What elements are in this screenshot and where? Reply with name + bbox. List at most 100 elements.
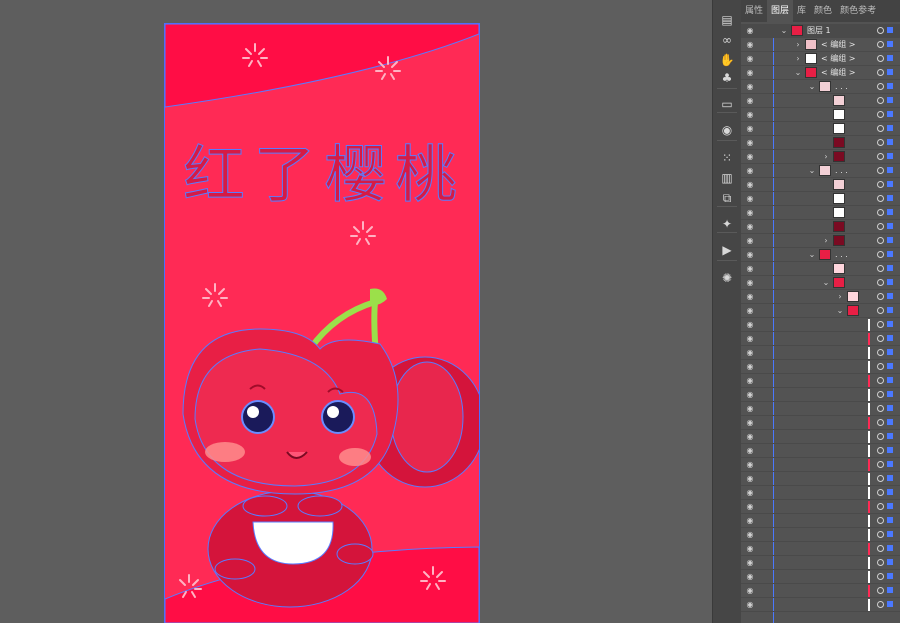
selection-indicator[interactable] [887,405,893,411]
visibility-eye-icon[interactable]: ◉ [745,376,755,385]
play-icon[interactable]: ▶ [717,242,737,258]
chevron-right-icon[interactable]: › [793,52,803,66]
layer-row[interactable]: ◉ [741,598,900,612]
target-circle-icon[interactable] [877,181,884,188]
layer-row[interactable]: ◉ [741,514,900,528]
visibility-eye-icon[interactable]: ◉ [745,572,755,581]
target-circle-icon[interactable] [877,489,884,496]
target-circle-icon[interactable] [877,97,884,104]
target-circle-icon[interactable] [877,279,884,286]
target-circle-icon[interactable] [877,41,884,48]
selection-indicator[interactable] [887,237,893,243]
layer-row[interactable]: ◉ › [741,234,900,248]
visibility-eye-icon[interactable]: ◉ [745,502,755,511]
target-circle-icon[interactable] [877,601,884,608]
layer-row[interactable]: ◉ [741,122,900,136]
tab-2[interactable]: 库 [793,0,810,22]
target-circle-icon[interactable] [877,475,884,482]
gradient-icon[interactable]: ▭ [717,96,737,112]
selection-indicator[interactable] [887,587,893,593]
target-circle-icon[interactable] [877,293,884,300]
layer-row[interactable]: ◉ [741,108,900,122]
visibility-eye-icon[interactable]: ◉ [745,166,755,175]
target-circle-icon[interactable] [877,111,884,118]
target-circle-icon[interactable] [877,307,884,314]
target-circle-icon[interactable] [877,237,884,244]
chevron-right-icon[interactable]: › [835,290,845,304]
visibility-eye-icon[interactable]: ◉ [745,460,755,469]
visibility-eye-icon[interactable]: ◉ [745,348,755,357]
target-circle-icon[interactable] [877,251,884,258]
visibility-eye-icon[interactable]: ◉ [745,362,755,371]
selection-indicator[interactable] [887,321,893,327]
layer-row[interactable]: ◉ [741,94,900,108]
visibility-eye-icon[interactable]: ◉ [745,404,755,413]
target-circle-icon[interactable] [877,69,884,76]
selection-indicator[interactable] [887,125,893,131]
selection-indicator[interactable] [887,349,893,355]
layer-row[interactable]: ◉ [741,206,900,220]
layer-row[interactable]: ◉ [741,458,900,472]
visibility-eye-icon[interactable]: ◉ [745,40,755,49]
selection-indicator[interactable] [887,153,893,159]
magic-wand-icon[interactable]: ✦ [717,216,737,232]
selection-indicator[interactable] [887,307,893,313]
target-circle-icon[interactable] [877,209,884,216]
layer-row[interactable]: ◉ [741,444,900,458]
visibility-eye-icon[interactable]: ◉ [745,390,755,399]
visibility-eye-icon[interactable]: ◉ [745,432,755,441]
target-circle-icon[interactable] [877,419,884,426]
selection-indicator[interactable] [887,363,893,369]
target-circle-icon[interactable] [877,265,884,272]
visibility-eye-icon[interactable]: ◉ [745,208,755,217]
target-circle-icon[interactable] [877,433,884,440]
selection-indicator[interactable] [887,377,893,383]
layer-row[interactable]: ◉ ⌄ < 编组 > [741,66,900,80]
chevron-down-icon[interactable]: ⌄ [807,248,817,262]
chevron-down-icon[interactable]: ⌄ [821,276,831,290]
target-circle-icon[interactable] [877,363,884,370]
selection-indicator[interactable] [887,559,893,565]
appearance-icon[interactable]: ◉ [717,122,737,138]
selection-indicator[interactable] [887,489,893,495]
target-circle-icon[interactable] [877,503,884,510]
layer-row[interactable]: ◉ › < 编组 > [741,52,900,66]
visibility-eye-icon[interactable]: ◉ [745,68,755,77]
target-circle-icon[interactable] [877,573,884,580]
visibility-eye-icon[interactable]: ◉ [745,320,755,329]
layer-row[interactable]: ◉ [741,570,900,584]
layer-row[interactable]: ◉ [741,416,900,430]
layer-row[interactable]: ◉ ⌄ 图层 1 [741,24,900,38]
visibility-eye-icon[interactable]: ◉ [745,96,755,105]
layer-row[interactable]: ◉ [741,430,900,444]
target-circle-icon[interactable] [877,195,884,202]
visibility-eye-icon[interactable]: ◉ [745,152,755,161]
visibility-eye-icon[interactable]: ◉ [745,250,755,259]
selection-indicator[interactable] [887,181,893,187]
selection-indicator[interactable] [887,69,893,75]
selection-indicator[interactable] [887,545,893,551]
target-circle-icon[interactable] [877,55,884,62]
chevron-down-icon[interactable]: ⌄ [779,24,789,38]
selection-indicator[interactable] [887,55,893,61]
layer-row[interactable]: ◉ ⌄ . . . [741,248,900,262]
layer-row[interactable]: ◉ [741,542,900,556]
visibility-eye-icon[interactable]: ◉ [745,516,755,525]
layer-row[interactable]: ◉ [741,584,900,598]
visibility-eye-icon[interactable]: ◉ [745,474,755,483]
layer-row[interactable]: ◉ [741,332,900,346]
links-icon[interactable]: ∞ [717,32,737,48]
visibility-eye-icon[interactable]: ◉ [745,82,755,91]
selection-indicator[interactable] [887,111,893,117]
target-circle-icon[interactable] [877,223,884,230]
layer-row[interactable]: ◉ [741,136,900,150]
target-circle-icon[interactable] [877,559,884,566]
target-circle-icon[interactable] [877,447,884,454]
target-circle-icon[interactable] [877,153,884,160]
target-circle-icon[interactable] [877,125,884,132]
selection-indicator[interactable] [887,447,893,453]
layer-row[interactable]: ◉ ⌄ . . . [741,80,900,94]
selection-indicator[interactable] [887,265,893,271]
layer-row[interactable]: ◉ [741,528,900,542]
tab-3[interactable]: 颜色 [810,0,836,22]
